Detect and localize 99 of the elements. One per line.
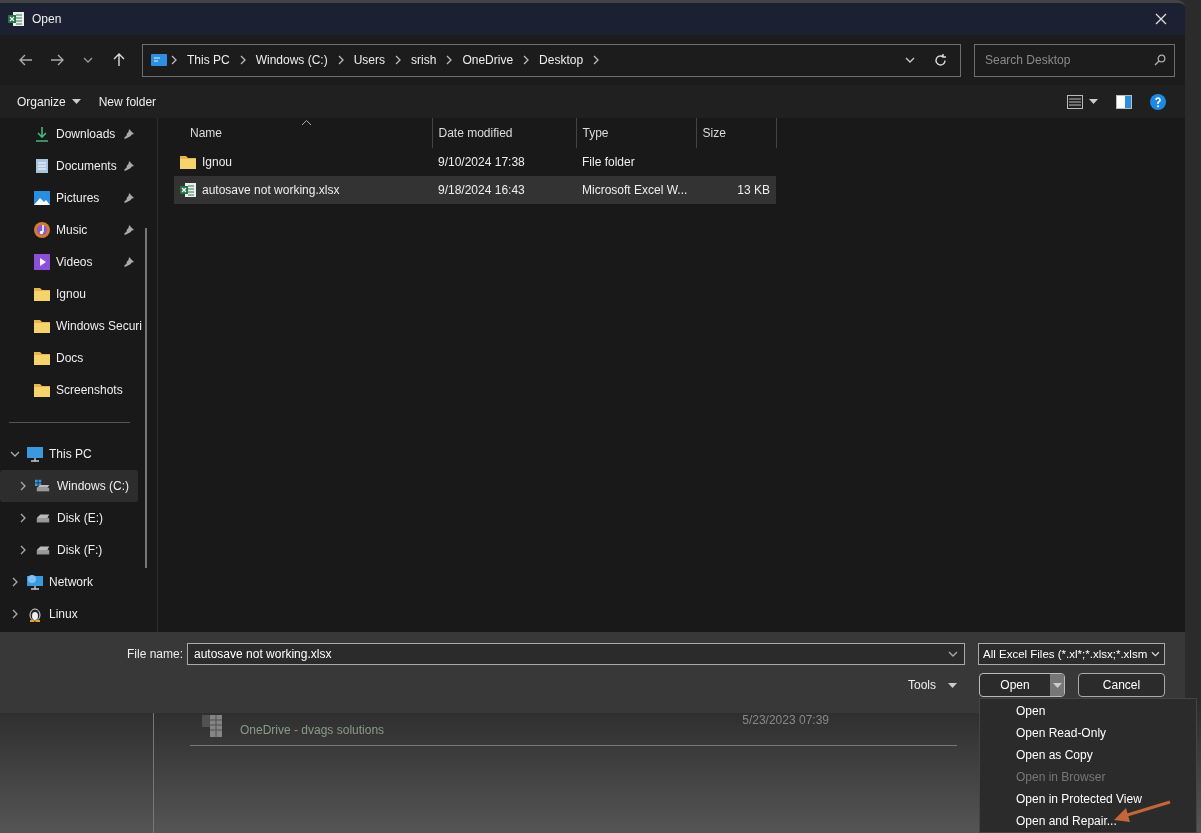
table-cell: Microsoft Excel W... bbox=[576, 176, 696, 204]
menu-item[interactable]: Open and Repair... bbox=[980, 810, 1196, 832]
up-arrow-icon bbox=[112, 53, 125, 67]
table-cell: 9/10/2024 17:38 bbox=[432, 148, 576, 176]
file-name-label: File name: bbox=[126, 647, 183, 661]
drive-icon bbox=[35, 544, 51, 556]
music-icon bbox=[34, 222, 50, 238]
sidebar-item[interactable]: Screenshots bbox=[0, 374, 138, 406]
sidebar-item[interactable]: Music bbox=[0, 214, 138, 246]
search-icon bbox=[1154, 54, 1166, 66]
back-arrow-icon bbox=[18, 54, 33, 66]
address-bar[interactable]: This PC Windows (C:) Users srish OneDrive Desktop bbox=[142, 43, 961, 77]
tree-item[interactable]: Windows (C:) bbox=[0, 470, 138, 502]
tree-item[interactable]: Linux bbox=[0, 598, 138, 630]
file-row[interactable]: Ignou 9/10/2024 17:38 File folder bbox=[174, 148, 776, 176]
open-button[interactable]: Open bbox=[979, 673, 1065, 697]
column-header[interactable]: Size bbox=[696, 118, 776, 148]
preview-pane-icon bbox=[1116, 94, 1132, 109]
list-view-icon bbox=[1067, 94, 1083, 109]
organize-button[interactable]: Organize bbox=[8, 90, 90, 113]
menu-item[interactable]: Open in Protected View bbox=[980, 788, 1196, 810]
file-name: autosave not working.xlsx bbox=[202, 183, 340, 197]
folder-icon bbox=[34, 383, 50, 397]
breadcrumb[interactable]: OneDrive bbox=[456, 53, 520, 67]
column-header[interactable]: Name bbox=[174, 118, 432, 148]
refresh-icon bbox=[934, 53, 947, 67]
table-cell: File folder bbox=[576, 148, 696, 176]
download-icon bbox=[35, 126, 49, 142]
chevron-icon bbox=[18, 481, 28, 491]
penguin-icon bbox=[28, 606, 42, 622]
recent-file-row[interactable]: OneDrive - dvags solutions 5/23/2023 07:39 bbox=[190, 713, 957, 746]
file-type-dropdown[interactable]: All Excel Files (*.xl*;*.xlsx;*.xlsm bbox=[978, 643, 1165, 665]
menu-item[interactable]: Open Read-Only bbox=[980, 722, 1196, 744]
file-location: OneDrive - dvags solutions bbox=[240, 723, 386, 737]
column-header[interactable]: Type bbox=[576, 118, 696, 148]
tools-button[interactable]: Tools bbox=[902, 677, 963, 693]
caret-icon bbox=[71, 99, 81, 104]
file-row[interactable]: autosave not working.xlsx 9/18/2024 16:43 Microsoft Excel W... 13 KB bbox=[174, 176, 776, 204]
file-date: 5/23/2023 07:39 bbox=[742, 713, 829, 727]
caret-icon bbox=[1052, 682, 1062, 688]
chevron-icon bbox=[18, 545, 28, 555]
chevron-icon bbox=[10, 449, 20, 459]
chevron-icon bbox=[18, 513, 28, 523]
file-name: Ignou bbox=[202, 155, 233, 169]
tree-item[interactable]: This PC bbox=[0, 438, 138, 470]
chevron-icon bbox=[169, 55, 179, 65]
sort-caret-icon bbox=[302, 120, 311, 125]
sidebar-item[interactable]: Downloads bbox=[0, 118, 138, 150]
monitor-icon bbox=[27, 446, 43, 462]
sidebar-item[interactable]: Ignou bbox=[0, 278, 138, 310]
cancel-button[interactable]: Cancel bbox=[1078, 673, 1165, 697]
sidebar-item[interactable]: Pictures bbox=[0, 182, 138, 214]
chevron-icon bbox=[82, 55, 93, 65]
column-header[interactable]: Date modified bbox=[432, 118, 576, 148]
sidebar-item[interactable]: Videos bbox=[0, 246, 138, 278]
folder-icon bbox=[34, 319, 50, 333]
file-name-field[interactable]: autosave not working.xlsx bbox=[192, 646, 948, 662]
search-field[interactable]: Search Desktop bbox=[983, 52, 1154, 68]
spreadsheet-icon bbox=[180, 182, 196, 198]
breadcrumb[interactable]: Desktop bbox=[533, 53, 590, 67]
network-icon bbox=[27, 574, 43, 590]
folder-icon bbox=[180, 155, 196, 169]
caret-icon bbox=[948, 682, 957, 688]
tree-item[interactable]: Disk (E:) bbox=[0, 502, 138, 534]
forward-arrow-icon bbox=[49, 54, 64, 66]
table-cell: 9/18/2024 16:43 bbox=[432, 176, 576, 204]
chevron-icon bbox=[904, 55, 915, 65]
file-name-combo[interactable]: autosave not working.xlsx bbox=[187, 643, 965, 665]
video-icon bbox=[34, 254, 50, 270]
window-title: Open bbox=[32, 12, 63, 26]
spreadsheet-icon bbox=[202, 715, 224, 737]
sidebar-item[interactable]: Documents bbox=[0, 150, 138, 182]
drive-icon bbox=[35, 512, 51, 524]
tree-item[interactable]: Disk (F:) bbox=[0, 534, 138, 566]
breadcrumb[interactable]: Users bbox=[347, 53, 392, 67]
breadcrumb[interactable]: srish bbox=[405, 53, 443, 67]
folder-icon bbox=[34, 287, 50, 301]
spreadsheet-icon bbox=[8, 11, 24, 27]
chevron-icon bbox=[1151, 649, 1160, 659]
close-icon bbox=[1155, 13, 1167, 25]
help-icon bbox=[1150, 93, 1166, 110]
chevron-icon bbox=[10, 577, 20, 587]
picture-icon bbox=[34, 191, 50, 205]
breadcrumb[interactable]: This PC bbox=[181, 53, 236, 67]
folder-icon bbox=[34, 351, 50, 365]
search-box[interactable]: Search Desktop bbox=[974, 43, 1175, 77]
table-cell: 13 KB bbox=[696, 176, 776, 204]
chevron-icon bbox=[10, 609, 20, 619]
drive-icon bbox=[35, 479, 51, 493]
menu-item[interactable]: Open bbox=[980, 700, 1196, 722]
document-icon bbox=[35, 158, 49, 174]
breadcrumb[interactable]: Windows (C:) bbox=[249, 53, 334, 67]
caret-icon bbox=[1089, 99, 1098, 104]
new-folder-button[interactable]: New folder bbox=[89, 90, 166, 113]
sidebar-item[interactable]: Docs bbox=[0, 342, 138, 374]
chevron-icon bbox=[948, 649, 958, 659]
menu-item[interactable]: Open as Copy bbox=[980, 744, 1196, 766]
tree-item[interactable]: Network bbox=[0, 566, 138, 598]
pc-icon bbox=[151, 54, 167, 66]
